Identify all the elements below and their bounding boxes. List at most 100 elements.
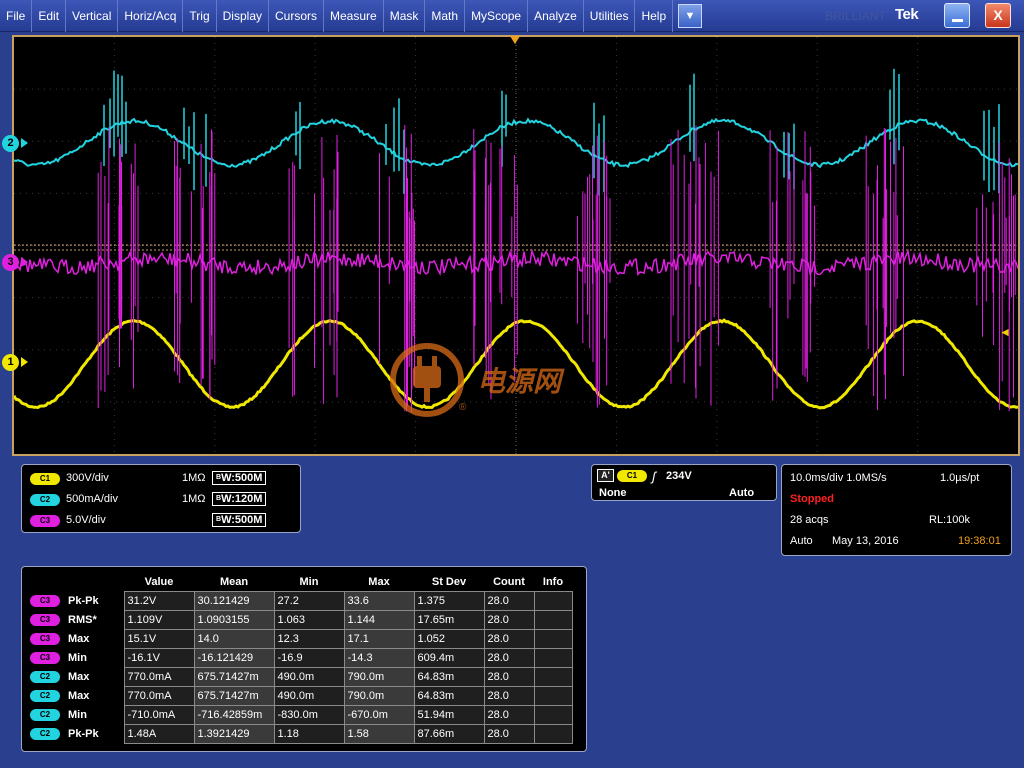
menu-utilities[interactable]: Utilities — [584, 0, 636, 32]
measurement-cell-min: -16.9 — [273, 647, 345, 668]
measurement-panel[interactable]: Value Mean Min Max St Dev Count Info Pk-Pk 31.2… — [21, 566, 587, 752]
measurement-cell-max: 1.58 — [343, 723, 415, 744]
watermark-text: 电源网 — [477, 366, 562, 397]
measurement-channel-badge: C3 — [30, 652, 60, 664]
menu-analyze[interactable]: Analyze — [528, 0, 584, 32]
ch1-settings-row[interactable]: C1 — [30, 470, 60, 486]
measurement-cell-min: 1.063 — [273, 609, 345, 630]
measurement-name: Max — [68, 670, 90, 683]
measurement-cell-min: -830.0m — [273, 704, 345, 725]
menu-measure[interactable]: Measure — [324, 0, 384, 32]
measurement-channel-badge: C2 — [30, 671, 60, 683]
header-max: Max — [368, 576, 390, 589]
ch3-badge: C3 — [30, 515, 60, 527]
trigger-label: A' — [597, 469, 614, 482]
measurement-cell-st-dev: 1.052 — [413, 628, 485, 649]
trigger-mode: Auto — [729, 487, 755, 499]
measurement-cell-st-dev: 51.94m — [413, 704, 485, 725]
measurement-header-row: Value Mean Min Max St Dev Count Info — [62, 574, 572, 591]
measurement-cell-info — [533, 685, 573, 706]
measurement-cell-count: 28.0 — [483, 628, 535, 649]
measurement-name: Pk-Pk — [68, 594, 99, 607]
measurement-row[interactable]: Pk-Pk 31.2V 30.121429 27.2 33.6 1.375 28.0 — [62, 590, 573, 611]
header-count: Count — [493, 576, 525, 589]
measurement-cell-value: 770.0mA — [123, 685, 195, 706]
ch3-bw-value: 500M — [234, 514, 263, 526]
measurement-cell-count: 28.0 — [483, 590, 535, 611]
menu-display[interactable]: Display — [217, 0, 269, 32]
measurement-row[interactable]: Max 15.1V 14.0 12.3 17.1 1.052 28.0 — [62, 628, 573, 649]
registered-mark: ® — [459, 402, 467, 413]
trigger-coupling: None — [599, 487, 627, 499]
acquisition-panel[interactable]: 10.0ms/div 1.0MS/s 1.0µs/pt Stopped 28 a… — [781, 464, 1012, 556]
close-icon[interactable]: X — [985, 3, 1011, 28]
measurement-cell-mean: 30.121429 — [193, 590, 275, 611]
measurement-cell-mean: 1.3921429 — [193, 723, 275, 744]
ch2-bw-value: 120M — [234, 493, 263, 505]
date: May 13, 2016 — [832, 535, 899, 547]
measurement-cell-count: 28.0 — [483, 685, 535, 706]
ch2-scale: 500mA/div — [66, 493, 118, 505]
measurement-cell-value: -710.0mA — [123, 704, 195, 725]
measurement-cell-max: -670.0m — [343, 704, 415, 725]
measurement-cell-min: 1.18 — [273, 723, 345, 744]
measurement-row[interactable]: Min -16.1V -16.121429 -16.9 -14.3 609.4m 28.0 — [62, 647, 573, 668]
minimize-icon[interactable] — [944, 3, 970, 28]
menu-bar: File Edit Vertical Horiz/Acq Trig Display Curs… — [0, 0, 1024, 32]
measurement-cell-info — [533, 647, 573, 668]
tek-logo: Tek — [895, 6, 919, 23]
bw-suffix: W — [221, 472, 232, 484]
ch1-scale: 300V/div — [66, 472, 109, 484]
ch3-bandwidth: BW:500M — [212, 513, 267, 527]
measurement-row[interactable]: Min -710.0mA -716.42859m -830.0m -670.0m 51.9… — [62, 704, 573, 725]
ch1-bw-value: 500M — [234, 472, 263, 484]
measurement-row[interactable]: Max 770.0mA 675.71427m 490.0m 790.0m 64.83m 28… — [62, 666, 573, 687]
chevron-down-icon[interactable]: ▼ — [678, 4, 702, 28]
header-st-dev: St Dev — [431, 576, 467, 589]
vertical-settings-panel[interactable]: C1 300V/div 1MΩ BW:500M C2 500mA/div 1MΩ… — [21, 464, 301, 533]
ch1-impedance: 1MΩ — [182, 472, 206, 484]
menu-mask[interactable]: Mask — [384, 0, 426, 32]
measurement-cell-info — [533, 704, 573, 725]
measurement-row[interactable]: Pk-Pk 1.48A 1.3921429 1.18 1.58 87.66m 28.0 — [62, 723, 573, 744]
measurement-name: Pk-Pk — [68, 727, 99, 740]
trigger-level-arrow[interactable]: ◄ — [999, 325, 1011, 339]
menu-horiz-acq[interactable]: Horiz/Acq — [118, 0, 184, 32]
oscilloscope-app: File Edit Vertical Horiz/Acq Trig Display Curs… — [0, 0, 1024, 768]
ch3-settings-row[interactable]: C3 — [30, 512, 60, 528]
menu-vertical[interactable]: Vertical — [66, 0, 119, 32]
measurement-cell-mean: 675.71427m — [193, 685, 275, 706]
ch3-arrow-icon — [21, 257, 28, 267]
measurement-row[interactable]: Max 770.0mA 675.71427m 490.0m 790.0m 64.83m 28… — [62, 685, 573, 706]
trigger-position-marker[interactable] — [510, 36, 520, 44]
ch2-bandwidth: BW:120M — [212, 492, 267, 506]
measurement-cell-count: 28.0 — [483, 723, 535, 744]
measurement-channel-badge: C3 — [30, 614, 60, 626]
measurement-cell-mean: -716.42859m — [193, 704, 275, 725]
rising-edge-icon: ʃ — [652, 469, 656, 484]
ch3-marker[interactable]: 3 — [2, 254, 19, 271]
menu-file[interactable]: File — [0, 0, 33, 32]
measurement-channel-badge: C2 — [30, 709, 60, 721]
ch2-arrow-icon — [21, 138, 28, 148]
brand-ghost-text: BRILLIANT — [825, 9, 886, 23]
menu-myscope[interactable]: MyScope — [465, 0, 529, 32]
bw-suffix: W — [221, 493, 232, 505]
menu-edit[interactable]: Edit — [32, 0, 67, 32]
menu-trig[interactable]: Trig — [183, 0, 217, 32]
measurement-cell-max: 17.1 — [343, 628, 415, 649]
ch1-marker[interactable]: 1 — [2, 354, 19, 371]
ch2-waveform — [14, 117, 1018, 169]
ch2-settings-row[interactable]: C2 — [30, 491, 60, 507]
menu-help[interactable]: Help — [635, 0, 674, 32]
measurement-channel-badge: C3 — [30, 633, 60, 645]
trigger-source-badge: C1 — [617, 470, 647, 482]
trigger-level: 234V — [666, 470, 692, 482]
ch2-marker[interactable]: 2 — [2, 135, 19, 152]
menu-cursors[interactable]: Cursors — [269, 0, 325, 32]
measurement-table: Value Mean Min Max St Dev Count Info Pk-Pk 31.2… — [62, 574, 573, 744]
menu-math[interactable]: Math — [425, 0, 466, 32]
trigger-panel[interactable]: A' C1 ʃ 234V None Auto — [591, 464, 777, 501]
measurement-row[interactable]: RMS* 1.109V 1.0903155 1.063 1.144 17.65m 28.0 — [62, 609, 573, 630]
measurement-cell-min: 12.3 — [273, 628, 345, 649]
